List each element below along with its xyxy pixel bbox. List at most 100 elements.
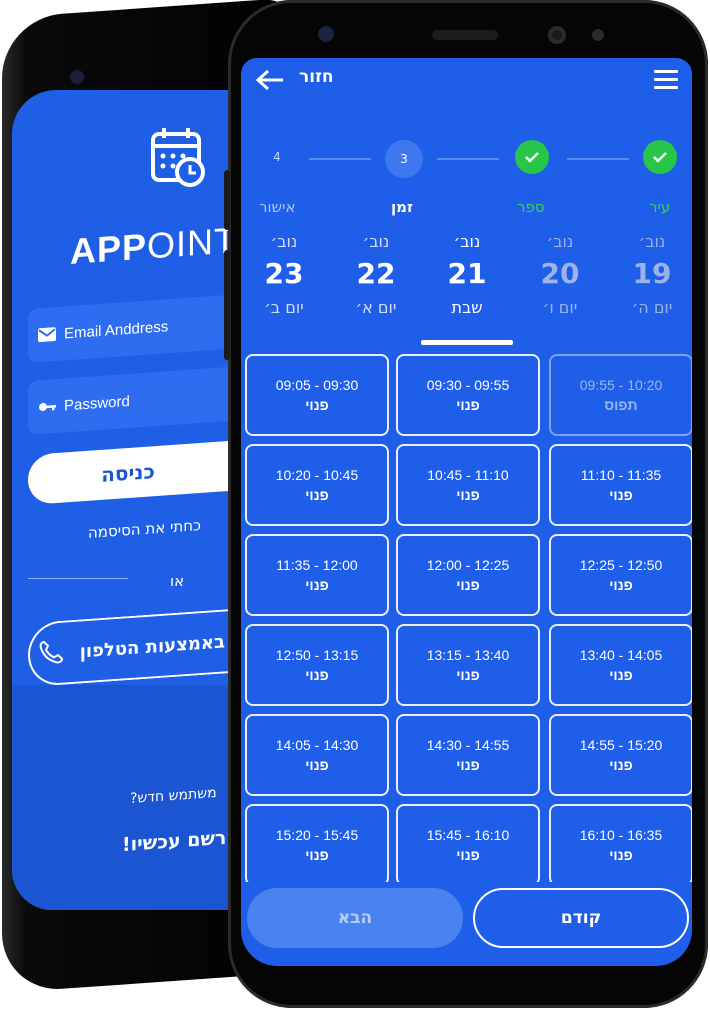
step-1-label: עיר [649,198,671,216]
slot-status: פנוי [456,757,480,773]
day-option-past: נוב׳ 19 יום ה׳ [622,232,682,317]
phone-login-label: באמצעות הטלפון [79,630,225,663]
slot-status: פנוי [305,397,329,413]
slot-time: 15:20 - 15:45 [275,827,359,843]
selected-day-underline [421,340,513,345]
day-option[interactable]: נוב׳ 22 יום א׳ [346,232,406,317]
slot-status: פנוי [305,847,329,863]
slot-status: פנוי [305,757,329,773]
front-phone-speaker [432,30,498,40]
time-slot[interactable]: 12:00 - 12:25 פנוי [396,534,540,616]
day-date: 20 [540,257,580,290]
day-option-selected[interactable]: נוב׳ 21 שבת [437,232,497,317]
slot-time: 09:30 - 09:55 [426,377,510,393]
slot-time: 13:15 - 13:40 [426,647,510,663]
check-icon [525,152,539,163]
time-slot[interactable]: 10:20 - 10:45 פנוי [245,444,389,526]
back-arrow-icon[interactable] [255,68,285,92]
step-2-label: ספר [517,198,545,216]
day-month: נוב׳ [453,232,481,251]
front-phone-camera [548,26,566,44]
next-button[interactable]: הבא [247,888,463,948]
time-slot[interactable]: 12:50 - 13:15 פנוי [245,624,389,706]
time-slot[interactable]: 09:05 - 09:30 פנוי [245,354,389,436]
day-option-past: נוב׳ 20 יום ו׳ [530,232,590,317]
divider-line [28,578,128,579]
envelope-icon [38,327,56,343]
step-3-circle: 3 [385,140,423,178]
back-phone-camera [70,70,84,84]
time-slot[interactable]: 09:30 - 09:55 פנוי [396,354,540,436]
time-slot[interactable]: 12:25 - 12:50 פנוי [549,534,692,616]
day-month: נוב׳ [270,232,298,251]
slot-status: פנוי [456,397,480,413]
slot-time: 13:40 - 14:05 [579,647,663,663]
menu-icon[interactable] [654,70,678,90]
phone-icon [39,641,64,664]
slot-status: פנוי [305,487,329,503]
day-date: 21 [447,257,487,290]
slot-status: פנוי [305,577,329,593]
time-slot[interactable]: 15:45 - 16:10 פנוי [396,804,540,882]
time-slot-booked: 09:55 - 10:20 תפוס [549,354,692,436]
step-4-number: 4 [273,150,281,164]
slot-status: פנוי [609,757,633,773]
slot-time: 14:30 - 14:55 [426,737,510,753]
slot-time: 14:05 - 14:30 [275,737,359,753]
day-weekday: יום ה׳ [631,298,673,317]
calendar-clock-icon [151,128,205,187]
day-weekday: שבת [451,298,483,317]
slot-status: פנוי [609,577,633,593]
previous-button[interactable]: קודם [473,888,689,948]
slot-time: 09:05 - 09:30 [275,377,359,393]
slot-time: 15:45 - 16:10 [426,827,510,843]
time-slot[interactable]: 13:15 - 13:40 פנוי [396,624,540,706]
day-date: 22 [356,257,396,290]
slot-time: 16:10 - 16:35 [579,827,663,843]
slot-status: פנוי [609,847,633,863]
slot-status: פנוי [609,487,633,503]
slot-time: 09:55 - 10:20 [579,377,663,393]
back-label[interactable]: חזור [299,67,334,87]
time-slot[interactable]: 14:55 - 15:20 פנוי [549,714,692,796]
day-month: נוב׳ [638,232,666,251]
email-placeholder: Email Anddress [64,317,169,342]
front-phone-sensor-2 [592,29,604,41]
key-icon [39,402,56,411]
slot-time: 12:50 - 13:15 [275,647,359,663]
day-weekday: יום ו׳ [542,298,578,317]
day-option[interactable]: נוב׳ 23 יום ב׳ [254,232,314,317]
step-3-label: זמן [391,198,414,216]
slot-status: פנוי [456,847,480,863]
time-slot[interactable]: 15:20 - 15:45 פנוי [245,804,389,882]
side-button [224,170,230,230]
slot-time: 12:00 - 12:25 [426,557,510,573]
slot-status: פנוי [609,667,633,683]
step-connector [567,158,629,160]
slot-time: 12:25 - 12:50 [579,557,663,573]
slot-status: פנוי [456,487,480,503]
slot-time: 10:45 - 11:10 [427,467,509,483]
step-2-check [515,140,549,174]
time-slot[interactable]: 14:30 - 14:55 פנוי [396,714,540,796]
step-1-check [643,140,677,174]
step-connector [437,158,499,160]
slot-status: פנוי [456,577,480,593]
time-slot[interactable]: 16:10 - 16:35 פנוי [549,804,692,882]
day-date: 23 [264,257,304,290]
step-4-label: אישור [259,198,296,216]
password-placeholder: Password [64,392,130,414]
time-slot[interactable]: 10:45 - 11:10 פנוי [396,444,540,526]
step-connector [309,158,371,160]
time-slot[interactable]: 11:35 - 12:00 פנוי [245,534,389,616]
day-month: נוב׳ [362,232,390,251]
day-weekday: יום ב׳ [264,298,304,317]
slot-time: 11:10 - 11:35 [580,467,662,483]
slot-status: פנוי [305,667,329,683]
check-icon [653,152,667,163]
time-slot-grid: 09:05 - 09:30 פנוי 09:30 - 09:55 פנוי 09:55 … [241,354,692,882]
day-weekday: יום א׳ [355,298,397,317]
time-slot[interactable]: 13:40 - 14:05 פנוי [549,624,692,706]
time-slot[interactable]: 14:05 - 14:30 פנוי [245,714,389,796]
time-slot[interactable]: 11:10 - 11:35 פנוי [549,444,692,526]
